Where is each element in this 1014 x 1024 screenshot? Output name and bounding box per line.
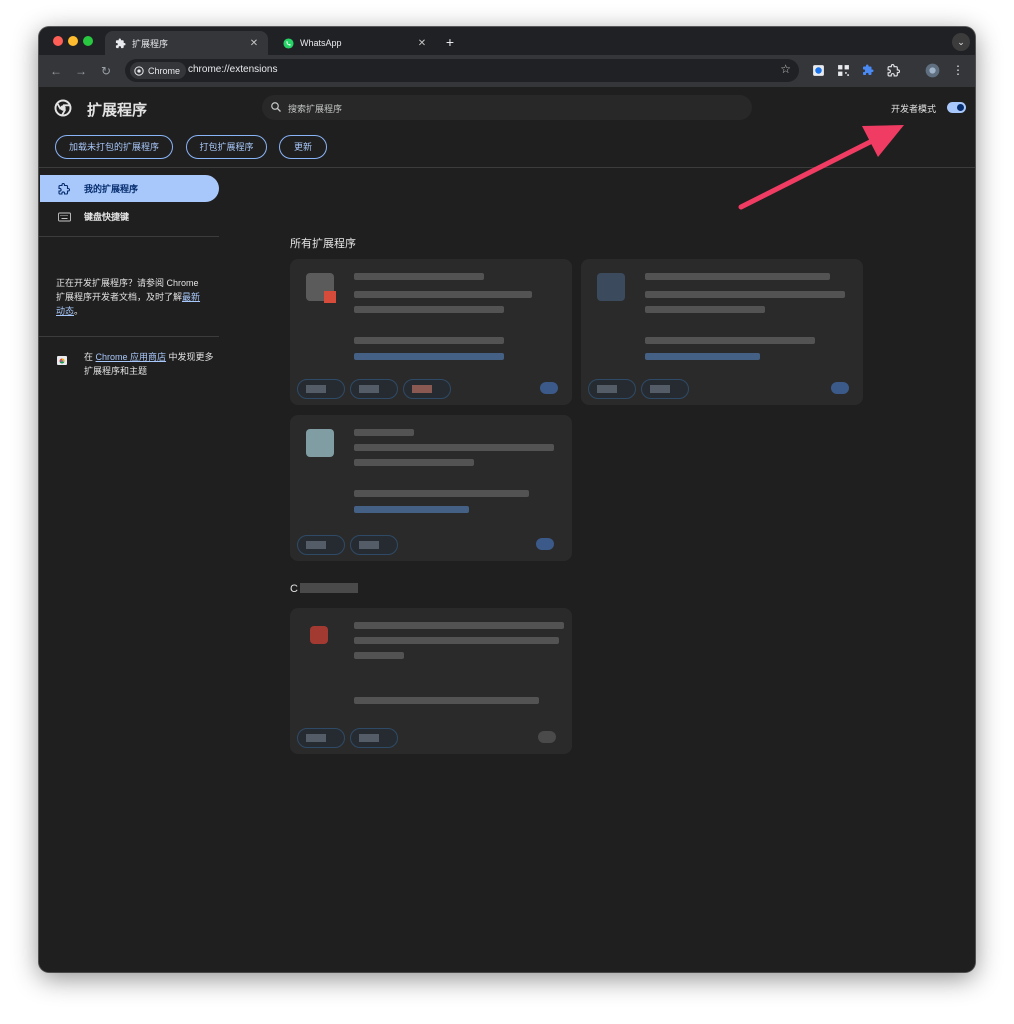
sidebar-item-label: 我的扩展程序: [84, 184, 139, 194]
all-extensions-title: 所有扩展程序: [290, 238, 356, 250]
extension-toggle[interactable]: [536, 538, 554, 550]
sidebar-divider: [39, 236, 219, 237]
extension-card: [290, 259, 572, 405]
more-menu-icon[interactable]: ⋮: [950, 62, 966, 78]
profile-avatar[interactable]: [924, 62, 940, 78]
extension-card: [581, 259, 863, 405]
store-prefix: 在: [84, 352, 96, 362]
update-button[interactable]: 更新: [279, 135, 327, 159]
sidebar-item-keyboard-shortcuts[interactable]: 键盘快捷键: [40, 203, 219, 230]
address-bar[interactable]: Chrome chrome://extensions ☆: [125, 59, 799, 82]
app-card: [290, 608, 572, 754]
window-maximize-button[interactable]: [83, 36, 93, 46]
details-button[interactable]: [297, 728, 345, 748]
window-minimize-button[interactable]: [68, 36, 78, 46]
page-title: 扩展程序: [87, 102, 148, 119]
app-icon: [310, 626, 328, 644]
developer-info-text: 正在开发扩展程序？请参阅 Chrome 扩展程序开发者文档，及时了解最新动态。: [56, 276, 206, 318]
bookmark-star-icon[interactable]: ☆: [780, 62, 791, 76]
toggle-knob: [957, 104, 964, 111]
remove-button[interactable]: [350, 535, 398, 555]
chrome-chip[interactable]: Chrome: [130, 62, 187, 79]
extension-icon: [57, 182, 71, 196]
extension-shield-icon[interactable]: [810, 62, 826, 78]
forward-icon[interactable]: →: [72, 62, 90, 80]
extension-icon: [597, 273, 625, 301]
header-divider: [39, 167, 975, 168]
dev-mode-label: 开发者模式: [891, 104, 937, 114]
details-button[interactable]: [297, 535, 345, 555]
chrome-apps-title: C: [290, 583, 358, 595]
extension-toggle[interactable]: [540, 382, 558, 394]
url-text[interactable]: chrome://extensions: [188, 64, 278, 75]
reload-icon[interactable]: ↻: [97, 62, 115, 80]
extension-toggle[interactable]: [831, 382, 849, 394]
toolbar: ← → ↻ Chrome chrome://extensions ☆ ⋮: [39, 55, 975, 87]
sidebar-divider: [39, 336, 219, 337]
chrome-logo-icon: [134, 65, 144, 76]
close-tab-icon[interactable]: ✕: [414, 38, 430, 49]
webstore-icon: [57, 356, 67, 365]
load-unpacked-button[interactable]: 加载未打包的扩展程序: [55, 135, 173, 159]
chrome-apps-title-text: C: [290, 583, 298, 595]
chip-label: Chrome: [148, 65, 181, 76]
extension-icon: [306, 429, 334, 457]
sidebar-item-my-extensions[interactable]: 我的扩展程序: [40, 175, 219, 202]
details-button[interactable]: [297, 379, 345, 399]
remove-button[interactable]: [350, 379, 398, 399]
window-close-button[interactable]: [53, 36, 63, 46]
tab-title: WhatsApp: [300, 38, 342, 48]
tab-title: 扩展程序: [132, 38, 169, 49]
details-button[interactable]: [588, 379, 636, 399]
new-tab-button[interactable]: +: [441, 33, 459, 51]
tab-extensions[interactable]: 扩展程序 ✕: [105, 31, 268, 55]
search-input[interactable]: [286, 100, 730, 117]
keyboard-icon: [57, 210, 71, 224]
qr-extension-icon[interactable]: [835, 62, 851, 78]
puzzle-icon: [114, 37, 126, 49]
extension-icon: [306, 273, 336, 303]
whatsapp-icon: [282, 37, 294, 49]
search-box[interactable]: [262, 95, 752, 120]
extensions-logo-icon: [54, 99, 72, 117]
close-tab-icon[interactable]: ✕: [246, 38, 262, 49]
blue-extension-icon[interactable]: [860, 62, 876, 78]
info-end: 。: [74, 306, 84, 316]
chrome-webstore-link[interactable]: Chrome 应用商店: [96, 352, 167, 362]
pack-extension-button[interactable]: 打包扩展程序: [186, 135, 267, 159]
sidebar-item-label: 键盘快捷键: [84, 212, 130, 222]
extension-card: [290, 415, 572, 561]
dev-mode-toggle[interactable]: [947, 102, 966, 113]
tab-strip: 扩展程序 ✕ WhatsApp ✕ + ⌄: [39, 27, 975, 55]
extensions-menu-icon[interactable]: [885, 62, 901, 78]
tab-search-button[interactable]: ⌄: [952, 33, 970, 51]
app-toggle[interactable]: [538, 731, 556, 743]
info-text: 正在开发扩展程序？请参阅 Chrome 扩展程序开发者文档，及时了解: [56, 278, 199, 302]
remove-button[interactable]: [641, 379, 689, 399]
back-icon[interactable]: ←: [47, 62, 65, 80]
remove-button[interactable]: [350, 728, 398, 748]
tab-whatsapp[interactable]: WhatsApp ✕: [273, 31, 436, 55]
errors-button[interactable]: [403, 379, 451, 399]
browser-window: 扩展程序 ✕ WhatsApp ✕ + ⌄ ← → ↻ Chrome chrom…: [39, 27, 975, 972]
search-icon: [271, 102, 281, 112]
extensions-page: 扩展程序 开发者模式 加载未打包的扩展程序 打包扩展程序 更新 我的扩展程序 键…: [39, 87, 975, 972]
